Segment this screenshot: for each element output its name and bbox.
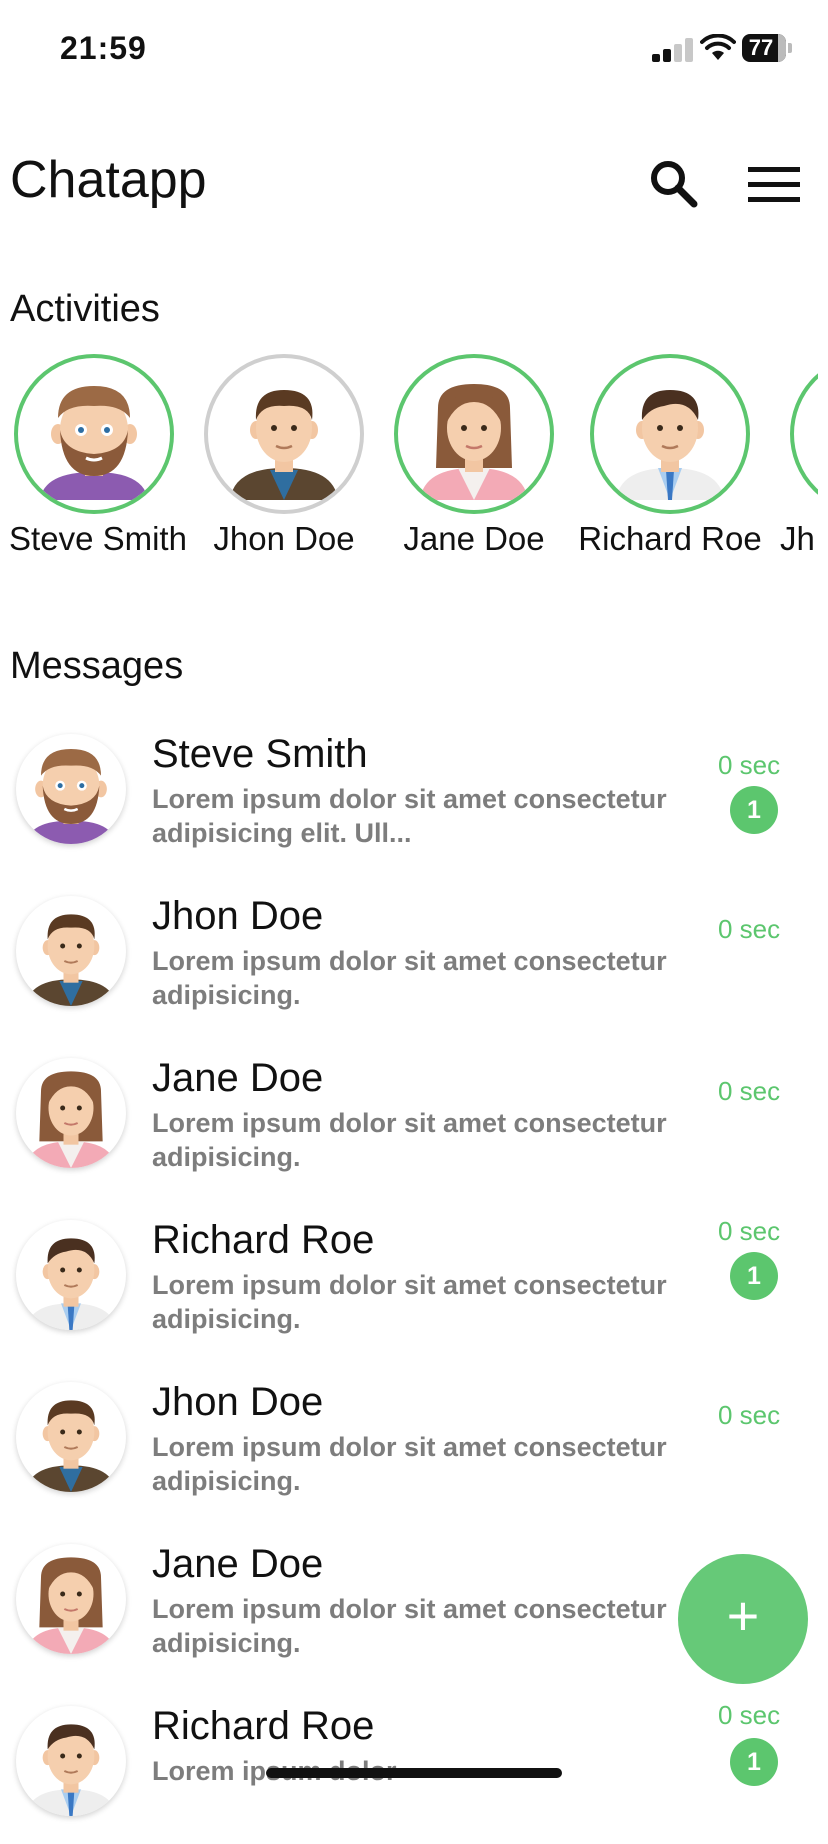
activity-name: Jhon Doe xyxy=(213,520,355,557)
activity-name: Jh xyxy=(780,520,815,557)
search-icon xyxy=(651,161,698,208)
unread-badge: 1 xyxy=(730,1738,778,1786)
message-sender: Jhon Doe xyxy=(152,894,324,938)
message-sender: Steve Smith xyxy=(152,732,368,776)
activity-item[interactable]: Richard Roe xyxy=(578,350,762,570)
avatar xyxy=(14,354,174,514)
message-row[interactable]: Jane Doe Lorem ipsum dolor sit amet cons… xyxy=(0,1034,828,1196)
message-sender: Richard Roe xyxy=(152,1704,375,1748)
hamburger-menu-icon xyxy=(748,167,800,202)
avatar xyxy=(204,354,364,514)
message-sender: Richard Roe xyxy=(152,1218,375,1262)
activity-item[interactable]: Jh xyxy=(776,350,818,570)
message-preview: Lorem ipsum dolor sit amet consectetur a… xyxy=(152,1432,667,1496)
message-preview: Lorem ipsum dolor sit amet consectetur a… xyxy=(152,1270,667,1334)
battery-level: 77 xyxy=(748,35,774,60)
message-preview: Lorem ipsum dolor sit amet consectetur a… xyxy=(152,946,667,1010)
new-chat-button[interactable]: + xyxy=(678,1554,808,1684)
message-time: 0 sec xyxy=(718,750,781,780)
message-row[interactable]: Richard Roe Lorem ipsum dolor sit amet c… xyxy=(0,1196,828,1358)
status-time: 21:59 xyxy=(60,30,147,66)
message-preview: Lorem ipsum dolor sit amet consectetur a… xyxy=(152,1108,667,1172)
avatar xyxy=(16,896,126,1006)
message-sender: Jhon Doe xyxy=(152,1380,324,1424)
message-time: 0 sec xyxy=(718,1076,781,1106)
unread-badge: 1 xyxy=(730,786,778,834)
message-time: 0 sec xyxy=(718,1216,781,1246)
avatar xyxy=(16,1382,126,1492)
avatar xyxy=(16,1058,126,1168)
message-preview: Lorem ipsum dolor sit amet consectetur a… xyxy=(152,784,667,848)
app-header: Chatapp xyxy=(0,140,828,220)
avatar xyxy=(790,354,818,514)
message-time: 0 sec xyxy=(718,1700,781,1730)
activity-item[interactable]: Steve Smith xyxy=(0,350,187,570)
message-sender: Jane Doe xyxy=(152,1542,324,1586)
activity-item[interactable]: Jhon Doe xyxy=(190,350,370,570)
message-row[interactable]: Jhon Doe Lorem ipsum dolor sit amet cons… xyxy=(0,872,828,1034)
avatar xyxy=(16,1544,126,1654)
unread-badge: 1 xyxy=(730,1252,778,1300)
battery-icon: 77 xyxy=(742,34,792,62)
status-bar: 21:59 77 xyxy=(0,0,828,100)
app-title: Chatapp xyxy=(10,151,207,209)
avatar xyxy=(16,1706,126,1816)
avatar xyxy=(394,354,554,514)
home-indicator[interactable] xyxy=(266,1768,562,1778)
message-row[interactable]: Steve Smith Lorem ipsum dolor sit amet c… xyxy=(0,710,828,872)
messages-heading: Messages xyxy=(10,645,184,687)
message-time: 0 sec xyxy=(718,1400,781,1430)
activity-name: Richard Roe xyxy=(578,520,762,557)
avatar xyxy=(590,354,750,514)
plus-icon: + xyxy=(726,1584,760,1647)
message-row[interactable]: Jhon Doe Lorem ipsum dolor sit amet cons… xyxy=(0,1358,828,1520)
message-preview: Lorem ipsum dolor sit amet consectetur a… xyxy=(152,1594,667,1658)
avatar xyxy=(16,1220,126,1330)
cellular-signal-icon xyxy=(652,38,693,62)
message-time: 0 sec xyxy=(718,914,781,944)
activity-name: Jane Doe xyxy=(403,520,545,557)
message-row[interactable]: Richard Roe Lorem ipsum dolor 0 sec 1 xyxy=(0,1682,828,1844)
activities-heading: Activities xyxy=(10,288,160,330)
activities-carousel[interactable]: Steve Smith Jhon Doe Jane Doe Richard Ro… xyxy=(0,350,818,570)
wifi-icon xyxy=(700,34,736,60)
activity-name: Steve Smith xyxy=(9,520,187,557)
search-button[interactable] xyxy=(644,154,704,214)
message-sender: Jane Doe xyxy=(152,1056,324,1100)
activity-item[interactable]: Jane Doe xyxy=(384,350,564,570)
menu-button[interactable] xyxy=(744,154,804,214)
avatar xyxy=(16,734,126,844)
